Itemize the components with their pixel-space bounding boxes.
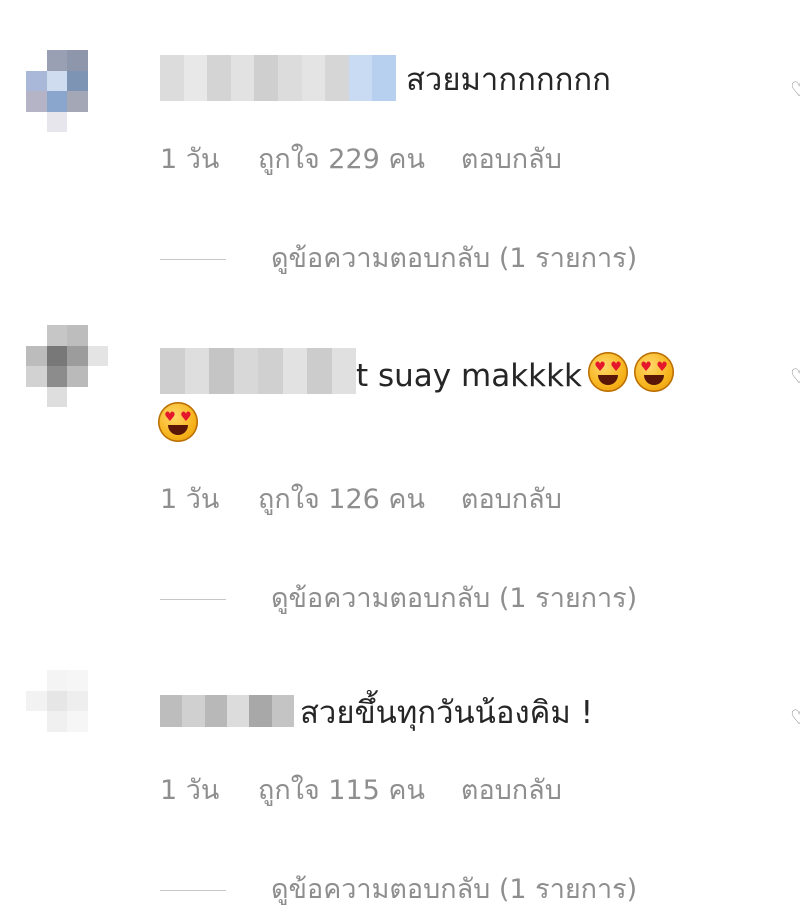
view-replies-label: ดูข้อความตอบกลับ (1 รายการ) [271, 243, 638, 274]
heart-eyes-emoji-icon: ♥ ♥ [588, 352, 629, 392]
avatar[interactable] [26, 325, 108, 407]
reply-button[interactable]: ตอบกลับ [461, 143, 562, 177]
reply-button[interactable]: ตอบกลับ [461, 483, 562, 517]
like-count-button[interactable]: ถูกใจ 126 คน [258, 483, 425, 517]
like-count-button[interactable]: ถูกใจ 115 คน [258, 774, 425, 808]
replies-divider [160, 598, 226, 600]
like-count-button[interactable]: ถูกใจ 229 คน [258, 143, 425, 177]
comment-text: t suay makkkk ♥ ♥ ♥ ♥ [356, 352, 675, 396]
heart-eyes-emoji-icon: ♥ ♥ [634, 352, 675, 392]
comment-meta: 1 วัน ถูกใจ 115 คน ตอบกลับ [160, 774, 562, 808]
comment-text-continued: ♥ ♥ [158, 402, 198, 446]
heart-eyes-emoji-icon: ♥ ♥ [158, 402, 198, 442]
reply-button[interactable]: ตอบกลับ [461, 774, 562, 808]
comment-meta: 1 วัน ถูกใจ 229 คน ตอบกลับ [160, 143, 562, 177]
username-blurred[interactable] [160, 55, 396, 101]
heart-outline-icon[interactable]: ♡ [790, 80, 800, 98]
view-replies-label: ดูข้อความตอบกลับ (1 รายการ) [271, 874, 638, 905]
comment-time: 1 วัน [160, 484, 220, 515]
username-blurred[interactable] [160, 348, 356, 394]
heart-outline-icon[interactable]: ♡ [790, 708, 800, 726]
comment-time: 1 วัน [160, 144, 220, 175]
view-replies-label: ดูข้อความตอบกลับ (1 รายการ) [271, 583, 638, 614]
comment-text-content: t suay makkkk [356, 358, 583, 394]
avatar[interactable] [26, 50, 108, 132]
replies-divider [160, 258, 226, 260]
comment-text: สวยมากกกกกก [406, 62, 611, 98]
comment-time: 1 วัน [160, 775, 220, 806]
username-blurred[interactable] [160, 695, 294, 727]
replies-divider [160, 889, 226, 891]
comment-meta: 1 วัน ถูกใจ 126 คน ตอบกลับ [160, 483, 562, 517]
heart-outline-icon[interactable]: ♡ [790, 367, 800, 385]
comment-text: สวยขึ้นทุกวันน้องคิม ! [300, 695, 594, 731]
view-replies-button[interactable]: ดูข้อความตอบกลับ (1 รายการ) [160, 582, 637, 616]
view-replies-button[interactable]: ดูข้อความตอบกลับ (1 รายการ) [160, 873, 637, 907]
view-replies-button[interactable]: ดูข้อความตอบกลับ (1 รายการ) [160, 242, 637, 276]
avatar[interactable] [26, 670, 108, 752]
